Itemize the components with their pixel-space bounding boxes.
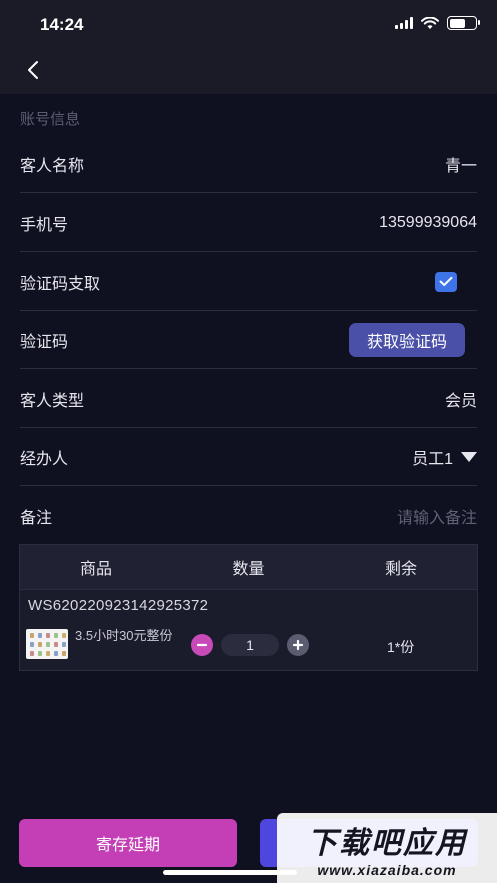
watermark-logo: 下载吧应用 www.xiazaiba.com	[277, 813, 497, 883]
phone-value: 13599939064	[379, 213, 477, 231]
dropdown-triangle-icon	[461, 451, 477, 462]
quantity-input[interactable]: 1	[221, 634, 279, 656]
handler-value: 员工1	[412, 450, 453, 468]
status-bar: 14:24	[0, 0, 497, 48]
code-label: 验证码	[20, 333, 69, 351]
guest-name-value: 青一	[444, 157, 477, 175]
handler-select[interactable]: 员工1	[412, 445, 477, 469]
guest-type-row: 客人类型 会员	[20, 370, 477, 428]
verify-pay-row: 验证码支取	[20, 253, 477, 311]
watermark-sub-text: www.xiazaiba.com	[317, 862, 457, 878]
decrease-button[interactable]	[191, 634, 213, 656]
get-code-button[interactable]: 获取验证码	[349, 322, 465, 357]
order-number: WS620220923142925372	[28, 597, 209, 614]
wifi-icon	[421, 16, 439, 29]
header-remaining: 剩余	[384, 561, 417, 578]
guest-type-value: 会员	[444, 392, 477, 410]
back-icon[interactable]	[22, 58, 46, 82]
battery-icon	[447, 16, 480, 30]
goods-table: 商品 数量 剩余 WS620220923142925372 3.5小时30元整份…	[19, 544, 478, 671]
section-title: 账号信息	[20, 111, 81, 128]
guest-name-row: 客人名称 青一	[20, 135, 477, 193]
minus-icon	[196, 643, 208, 647]
verify-pay-checkbox[interactable]	[435, 271, 457, 292]
table-row: 3.5小时30元整份 1 1*份	[20, 625, 477, 665]
remark-input[interactable]: 请输入备注	[397, 504, 477, 528]
quantity-stepper: 1	[191, 634, 309, 656]
watermark-main-text: 下载吧应用	[307, 827, 467, 860]
extend-storage-button[interactable]: 寄存延期	[19, 819, 237, 867]
plus-icon	[292, 639, 304, 651]
nav-bar	[0, 48, 497, 94]
header-goods: 商品	[79, 561, 112, 578]
phone-label: 手机号	[20, 216, 69, 234]
product-name: 3.5小时30元整份	[75, 628, 173, 643]
product-thumbnail	[26, 629, 68, 659]
phone-row: 手机号 13599939064	[20, 194, 477, 252]
handler-row: 经办人 员工1	[20, 428, 477, 486]
signal-icon	[395, 17, 413, 29]
remark-label: 备注	[20, 510, 53, 527]
check-icon	[439, 276, 453, 286]
status-time: 14:24	[40, 15, 84, 34]
handler-label: 经办人	[20, 450, 69, 468]
code-row: 验证码 获取验证码	[20, 311, 477, 369]
table-header: 商品 数量 剩余	[20, 545, 477, 590]
guest-type-label: 客人类型	[20, 392, 85, 410]
status-icons	[395, 16, 480, 30]
remark-row: 备注 请输入备注	[20, 487, 477, 545]
increase-button[interactable]	[287, 634, 309, 656]
verify-pay-label: 验证码支取	[20, 275, 101, 293]
header-quantity: 数量	[232, 561, 265, 578]
home-indicator	[163, 870, 297, 875]
guest-name-label: 客人名称	[20, 157, 85, 175]
remaining-value: 1*份	[387, 639, 415, 655]
